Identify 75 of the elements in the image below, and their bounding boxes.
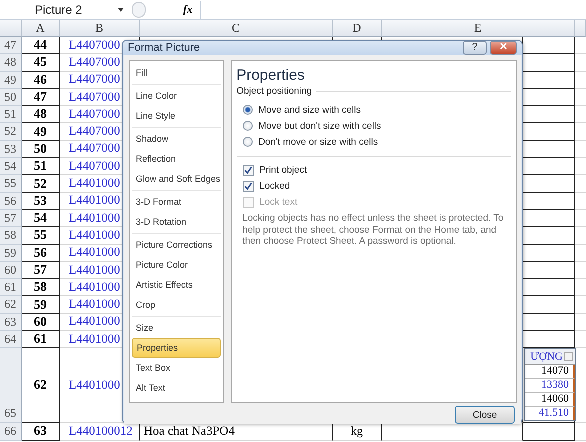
table-cell: 13380 xyxy=(542,379,569,392)
radio-button[interactable] xyxy=(242,105,253,115)
table-cell: 62 xyxy=(22,348,60,424)
help-note: Locking objects has no effect unless the sheet is protected. To help protect the sheet, choose Format on the Home tab, and then choose Protect Sheet. A password is optional. xyxy=(242,213,505,248)
row-header[interactable]: 54 xyxy=(0,158,22,176)
row-header[interactable]: 61 xyxy=(0,279,22,296)
checkbox-label[interactable]: Print object xyxy=(260,164,308,176)
table-cell: 63 xyxy=(22,423,60,441)
table-cell: 14070 xyxy=(542,365,569,378)
resize-handle-icon[interactable] xyxy=(132,2,146,18)
embedded-table-picture[interactable]: ƯỢNG 14070 13380 14060 41.510 xyxy=(524,348,576,421)
column-header[interactable] xyxy=(575,20,586,37)
table-cell: 50 xyxy=(22,140,60,158)
table-cell: 56 xyxy=(22,244,60,262)
row-header[interactable]: 51 xyxy=(0,106,22,124)
column-header[interactable]: E xyxy=(382,20,575,37)
column-header[interactable]: D xyxy=(333,20,382,37)
table-cell: 61 xyxy=(22,331,60,348)
table-cell: 14060 xyxy=(542,393,569,406)
help-button[interactable]: ? xyxy=(463,41,487,55)
table-cell: 58 xyxy=(22,279,60,296)
row-header[interactable]: 60 xyxy=(0,262,22,280)
table-cell: 41.510 xyxy=(538,407,569,420)
row-header[interactable]: 62 xyxy=(0,296,22,314)
column-header[interactable]: C xyxy=(140,20,333,37)
radio-button[interactable] xyxy=(242,137,253,147)
row-header[interactable]: 58 xyxy=(0,227,22,245)
row-header[interactable]: 57 xyxy=(0,210,22,228)
table-cell: 52 xyxy=(22,175,60,193)
table-cell: 49 xyxy=(22,123,60,141)
table-cell: 60 xyxy=(22,314,60,332)
row-header[interactable]: 49 xyxy=(0,72,22,89)
row-header[interactable]: 52 xyxy=(0,123,22,141)
table-cell xyxy=(523,423,575,441)
table-cell: 48 xyxy=(22,106,60,124)
name-box[interactable]: Picture 2 xyxy=(0,0,128,18)
row-header[interactable]: 56 xyxy=(0,192,22,210)
column-header[interactable]: B xyxy=(60,20,140,37)
table-cell: 53 xyxy=(22,192,60,210)
table-cell: 45 xyxy=(22,54,60,72)
table-cell: 51 xyxy=(22,158,60,176)
row-header[interactable]: 63 xyxy=(0,314,22,332)
row-header[interactable]: 59 xyxy=(0,244,22,262)
row-header[interactable]: 48 xyxy=(0,54,22,72)
row-header[interactable]: 64 xyxy=(0,331,22,348)
filter-dropdown-icon xyxy=(564,352,573,361)
select-all-corner[interactable] xyxy=(0,20,22,37)
row-header[interactable]: 53 xyxy=(0,140,22,158)
category-item[interactable]: Properties xyxy=(132,338,221,358)
row-header[interactable]: 47 xyxy=(0,37,22,54)
radio-label[interactable]: Move and size with cells xyxy=(258,104,361,116)
category-item[interactable]: Fill xyxy=(132,63,221,83)
checkbox-label[interactable]: Locked xyxy=(260,180,290,192)
radio-label[interactable]: Move but don't size with cells xyxy=(258,120,382,132)
table-cell: 55 xyxy=(22,227,60,245)
row-header[interactable]: 66 xyxy=(0,423,22,441)
table-cell: 44 xyxy=(22,37,60,54)
section-label: Object positioning xyxy=(236,86,312,97)
checkbox[interactable] xyxy=(242,180,254,192)
column-header[interactable]: A xyxy=(22,20,60,37)
table-cell: 47 xyxy=(22,88,60,106)
radio-button[interactable] xyxy=(242,121,253,131)
panel-heading: Properties xyxy=(236,67,306,84)
row-header[interactable]: 55 xyxy=(0,175,22,193)
checkbox[interactable] xyxy=(242,164,254,176)
dropdown-caret-icon[interactable] xyxy=(118,8,124,12)
table-cell: 46 xyxy=(22,72,60,89)
table-cell: 59 xyxy=(22,296,60,314)
table-header-cell: ƯỢNG xyxy=(530,350,563,362)
radio-label[interactable]: Don't move or size with cells xyxy=(258,136,378,148)
close-button[interactable]: Close xyxy=(455,406,515,424)
table-cell: 54 xyxy=(22,210,60,228)
row-header[interactable]: 65 xyxy=(0,348,22,424)
table-cell: 57 xyxy=(22,262,60,280)
row-header[interactable]: 50 xyxy=(0,88,22,106)
